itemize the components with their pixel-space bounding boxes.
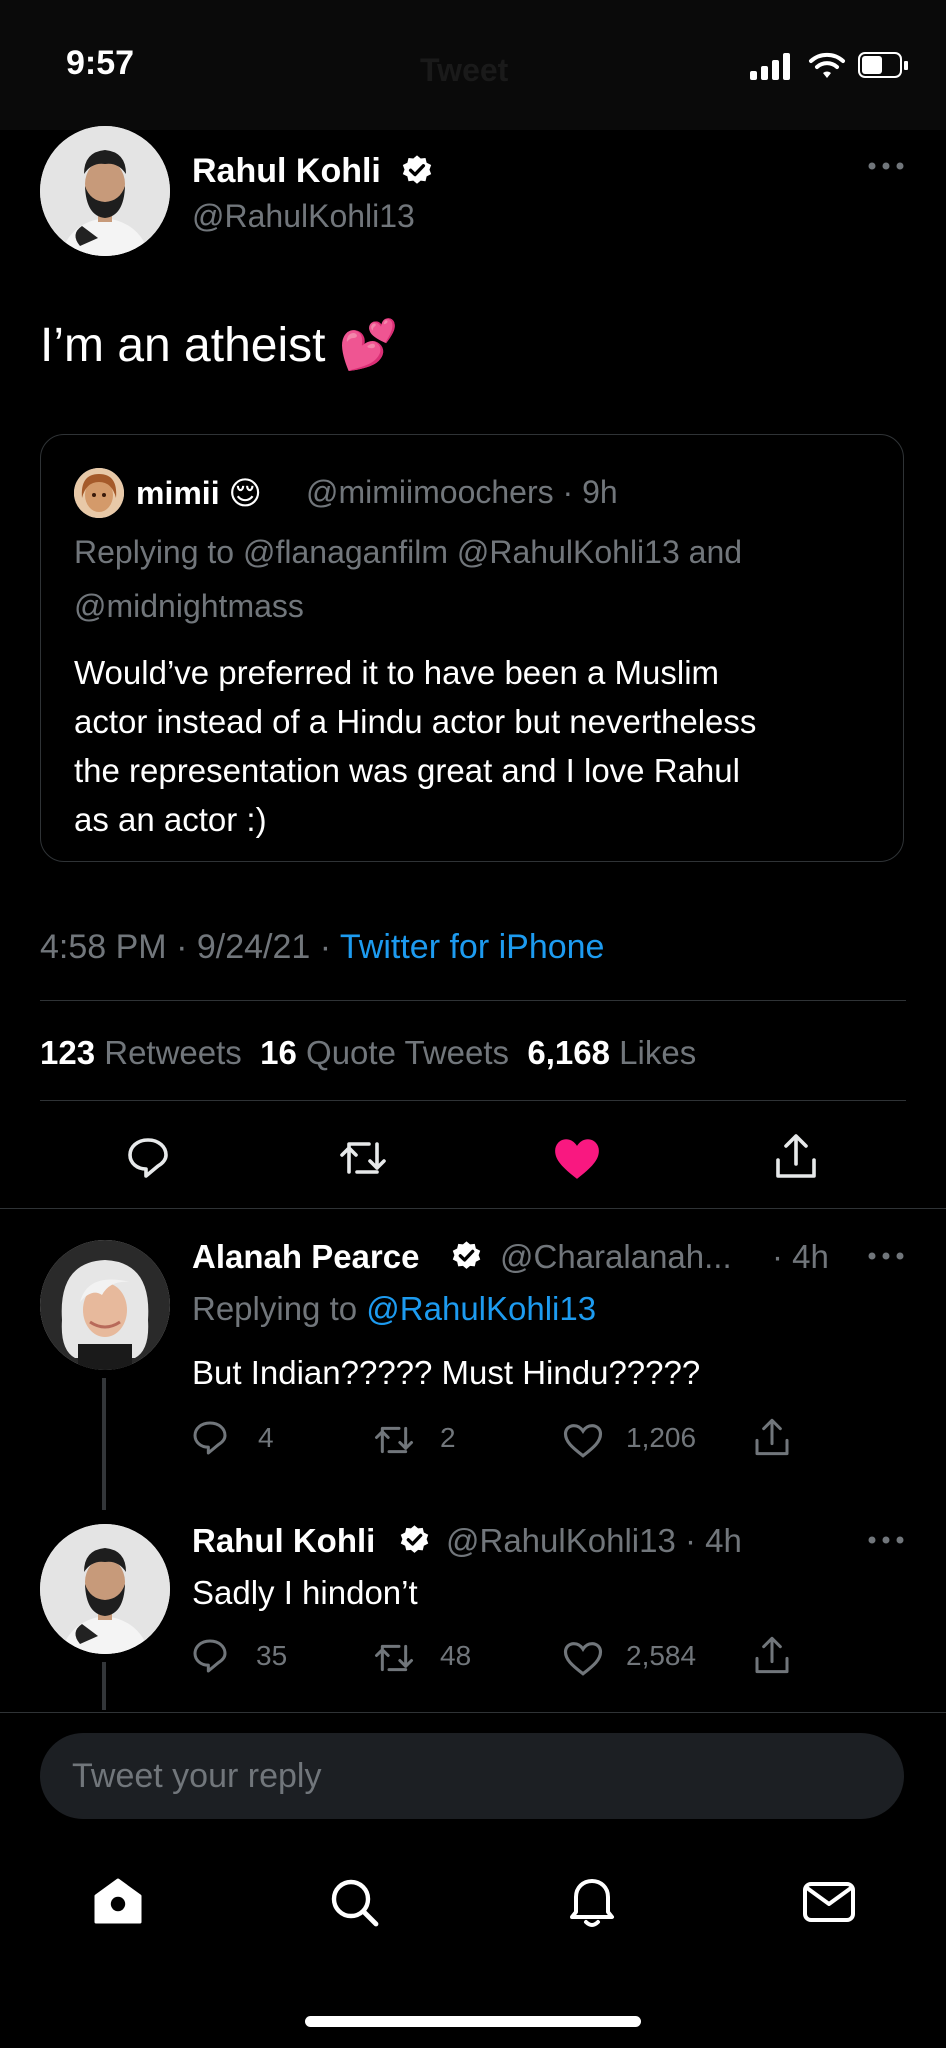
more-options-icon[interactable] xyxy=(866,1250,906,1262)
retweets-label: Retweets xyxy=(104,1034,242,1071)
source-link[interactable]: Twitter for iPhone xyxy=(340,928,605,966)
quoted-text-line: actor instead of a Hindu actor but never… xyxy=(74,703,757,740)
likes-label: Likes xyxy=(619,1034,697,1071)
divider xyxy=(0,1712,946,1713)
more-options-icon[interactable] xyxy=(866,1534,906,1546)
battery-icon xyxy=(858,52,910,80)
search-icon[interactable] xyxy=(328,1876,380,1928)
author-name[interactable]: Rahul Kohli xyxy=(192,152,381,191)
retweet-icon[interactable] xyxy=(336,1134,390,1182)
quotes-label: Quote Tweets xyxy=(306,1034,510,1071)
share-icon[interactable] xyxy=(752,1414,792,1460)
quoted-replying-to: Replying to @flanaganfilm @RahulKohli13 … xyxy=(74,534,742,571)
replying-prefix: Replying to xyxy=(74,534,235,570)
quoted-author-handle[interactable]: @mimiimoochers · 9h xyxy=(306,474,618,511)
header-title: Tweet xyxy=(420,52,509,88)
tab-bar xyxy=(0,1840,946,1970)
timestamp-text: 4:58 PM · 9/24/21 · xyxy=(40,928,332,966)
quotes-stat[interactable]: 16 Quote Tweets xyxy=(260,1034,509,1071)
tweet-timestamp: 4:58 PM · 9/24/21 · Twitter for iPhone xyxy=(40,928,604,967)
home-indicator xyxy=(305,2016,641,2027)
replying-mention[interactable]: @RahulKohli13 xyxy=(366,1290,596,1327)
status-time: 9:57 xyxy=(66,44,135,82)
quoted-replying-mention[interactable]: @midnightmass xyxy=(74,588,304,625)
like-count: 2,584 xyxy=(626,1640,697,1671)
tweet-stats: 123 Retweets 16 Quote Tweets 6,168 Likes xyxy=(40,1034,696,1072)
replying-mentions[interactable]: @flanaganfilm @RahulKohli13 xyxy=(243,534,680,570)
tweet-text: I’m an atheist 💕 xyxy=(40,319,399,372)
reply-author-handle[interactable]: @RahulKohli13 · 4h xyxy=(446,1522,742,1560)
replying-prefix: Replying to xyxy=(192,1290,358,1327)
quoted-avatar[interactable] xyxy=(74,468,124,518)
status-bar: Tweet 9:57 xyxy=(0,0,946,130)
reply-text: Sadly I hindon’t xyxy=(192,1574,418,1611)
verified-badge-icon xyxy=(402,155,432,184)
author-handle[interactable]: @RahulKohli13 xyxy=(192,198,415,235)
divider xyxy=(0,1208,946,1209)
retweet-icon[interactable] xyxy=(372,1420,416,1460)
share-icon[interactable] xyxy=(752,1632,792,1678)
reply-text: But Indian????? Must Hindu????? xyxy=(192,1354,701,1391)
thread-line xyxy=(102,1378,106,1510)
notifications-icon[interactable] xyxy=(566,1874,618,1930)
retweets-count: 123 xyxy=(40,1034,96,1071)
likes-count: 6,168 xyxy=(527,1034,610,1071)
wifi-icon xyxy=(809,52,845,78)
reply-avatar[interactable] xyxy=(40,1524,170,1654)
quoted-author-name[interactable]: mimii 😌 xyxy=(136,474,262,512)
retweet-count: 48 xyxy=(440,1640,472,1671)
reply-icon[interactable] xyxy=(190,1418,230,1458)
reply-input[interactable] xyxy=(40,1733,904,1819)
reply-time: · 4h xyxy=(772,1238,829,1275)
quoted-text-line: the representation was great and I love … xyxy=(74,752,740,789)
replying-and: and xyxy=(688,534,743,570)
thread-line xyxy=(102,1662,106,1710)
reply-icon[interactable] xyxy=(190,1636,230,1676)
quoted-text-line: Would’ve preferred it to have been a Mus… xyxy=(74,654,720,691)
verified-badge-icon xyxy=(452,1241,481,1269)
reply-icon[interactable] xyxy=(124,1134,172,1182)
quoted-text: Would’ve preferred it to have been a Mus… xyxy=(74,648,756,844)
reply-author-name[interactable]: Alanah Pearce xyxy=(192,1238,419,1276)
reply-count: 35 xyxy=(256,1640,288,1671)
avatar[interactable] xyxy=(40,126,170,256)
share-icon[interactable] xyxy=(772,1130,820,1182)
like-icon[interactable] xyxy=(562,1638,604,1678)
quotes-count: 16 xyxy=(260,1034,297,1071)
retweet-count: 2 xyxy=(440,1422,456,1453)
divider xyxy=(40,1000,906,1001)
retweets-stat[interactable]: 123 Retweets xyxy=(40,1034,242,1071)
reply-author-name[interactable]: Rahul Kohli xyxy=(192,1522,375,1560)
quoted-text-line: as an actor :) xyxy=(74,801,267,838)
reply-count: 4 xyxy=(258,1422,274,1453)
reply-avatar[interactable] xyxy=(40,1240,170,1370)
messages-icon[interactable] xyxy=(802,1880,856,1924)
retweet-icon[interactable] xyxy=(372,1638,416,1678)
divider xyxy=(40,1100,906,1101)
like-icon[interactable] xyxy=(562,1420,604,1460)
likes-stat[interactable]: 6,168 Likes xyxy=(527,1034,696,1071)
reply-replying-to: Replying to @RahulKohli13 xyxy=(192,1290,596,1328)
home-icon[interactable] xyxy=(92,1876,144,1926)
verified-badge-icon xyxy=(400,1525,429,1553)
like-icon-filled[interactable] xyxy=(552,1134,602,1182)
more-options-icon[interactable] xyxy=(866,160,906,172)
reply-author-handle[interactable]: @Charalanah... xyxy=(500,1238,732,1276)
signal-icon xyxy=(750,52,792,80)
like-count: 1,206 xyxy=(626,1422,697,1453)
